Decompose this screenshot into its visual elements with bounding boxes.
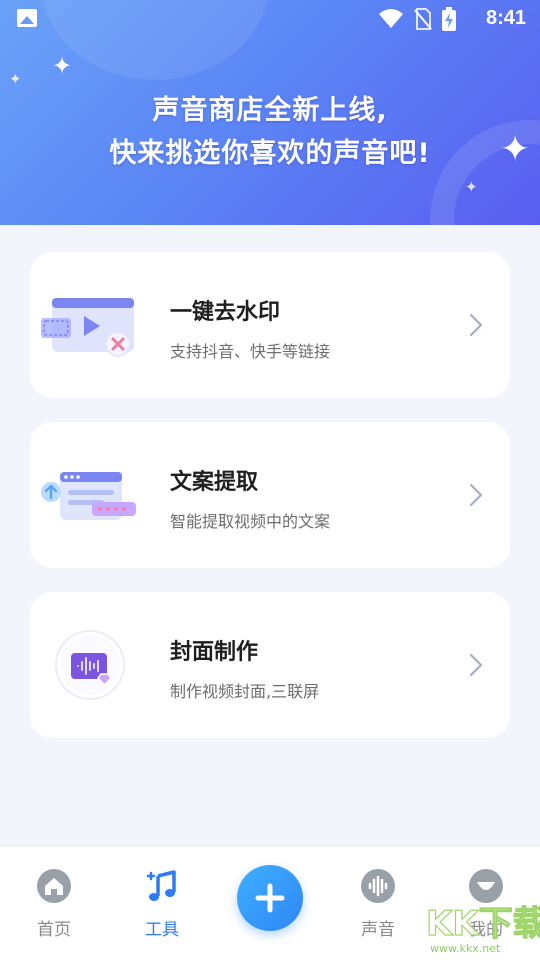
sparkle-icon: ✦	[9, 70, 22, 88]
tool-title: 一键去水印	[170, 300, 281, 325]
tool-card-watermark-removal[interactable]: 一键去水印 支持抖音、快手等链接	[30, 252, 510, 398]
banner-headline-line2: 快来挑选你喜欢的声音吧!	[109, 138, 431, 169]
no-sim-icon	[414, 8, 432, 30]
tool-card-cover-make[interactable]: 封面制作 制作视频封面,三联屏	[30, 592, 510, 738]
tool-subtitle: 智能提取视频中的文案	[170, 512, 331, 531]
text-extract-icon	[41, 472, 136, 520]
chevron-right-icon	[469, 313, 483, 337]
battery-charging-icon	[442, 7, 456, 31]
nav-item-tools[interactable]: 工具	[122, 846, 202, 960]
nav-item-sound[interactable]: 声音	[338, 846, 418, 960]
sound-wave-icon	[361, 869, 395, 903]
nav-item-profile[interactable]: 我的	[446, 846, 526, 960]
profile-icon	[469, 869, 503, 903]
nav-label-tools: 工具	[145, 920, 179, 940]
home-icon	[37, 869, 71, 903]
status-bar: 8:41	[0, 0, 540, 38]
chevron-right-icon	[469, 653, 483, 677]
add-button[interactable]	[237, 865, 303, 931]
tool-subtitle: 支持抖音、快手等链接	[170, 342, 331, 361]
tool-title: 封面制作	[170, 640, 259, 665]
tool-subtitle: 制作视频封面,三联屏	[170, 682, 320, 701]
bottom-navigation: 首页 工具 声音 我的	[0, 845, 540, 960]
nav-label-profile: 我的	[469, 920, 503, 940]
music-note-icon	[146, 870, 176, 901]
status-time: 8:41	[485, 7, 526, 29]
cover-make-icon	[55, 630, 125, 700]
plus-icon	[255, 883, 285, 913]
banner-headline-line1: 声音商店全新上线,	[152, 95, 388, 126]
nav-label-home: 首页	[37, 920, 71, 940]
tool-title: 文案提取	[170, 470, 259, 495]
video-watermark-icon	[41, 298, 134, 357]
nav-item-home[interactable]: 首页	[14, 846, 94, 960]
gallery-icon	[17, 9, 37, 27]
sparkle-icon: ✦	[52, 52, 73, 80]
chevron-right-icon	[469, 483, 483, 507]
nav-label-sound: 声音	[361, 920, 395, 940]
wifi-icon	[379, 9, 403, 28]
sparkle-icon: ✦	[465, 178, 478, 196]
tool-card-text-extract[interactable]: 文案提取 智能提取视频中的文案	[30, 422, 510, 568]
